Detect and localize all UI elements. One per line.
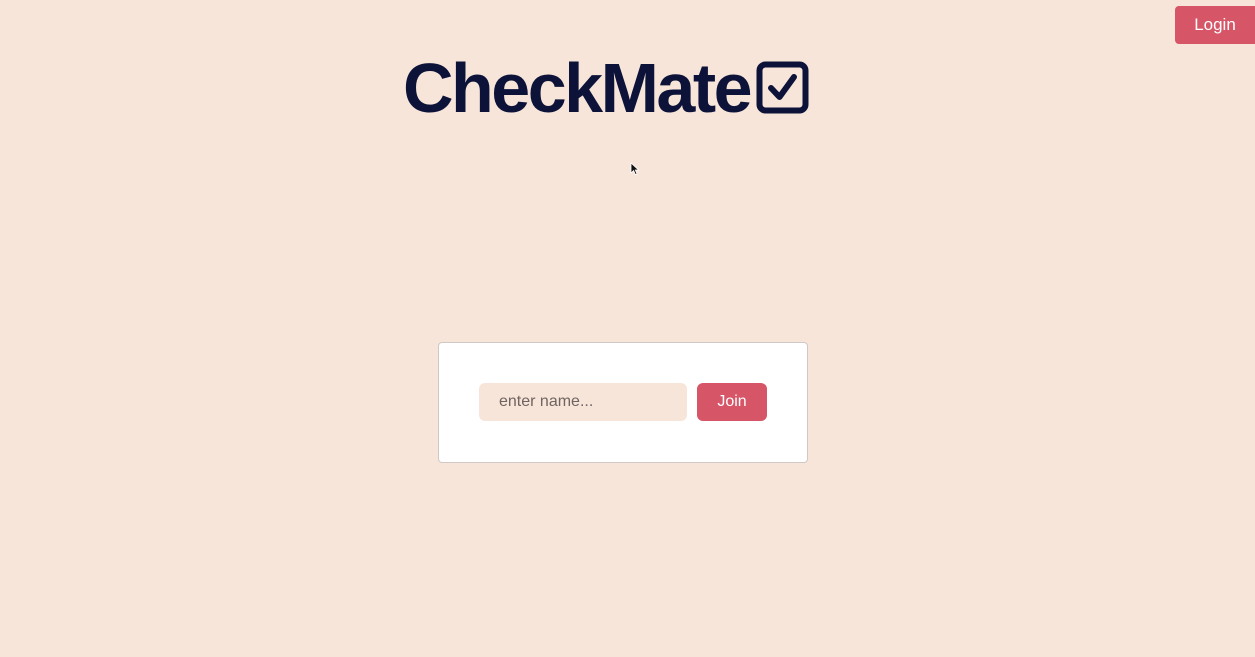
name-input[interactable] [479, 383, 687, 421]
join-card: Join [438, 342, 808, 463]
checkbox-checked-icon [756, 60, 810, 116]
brand-name: CheckMate [403, 49, 753, 127]
mouse-cursor-icon [630, 162, 640, 176]
brand-logo: CheckMate [403, 48, 839, 128]
join-button[interactable]: Join [697, 383, 767, 421]
login-button[interactable]: Login [1175, 6, 1255, 44]
